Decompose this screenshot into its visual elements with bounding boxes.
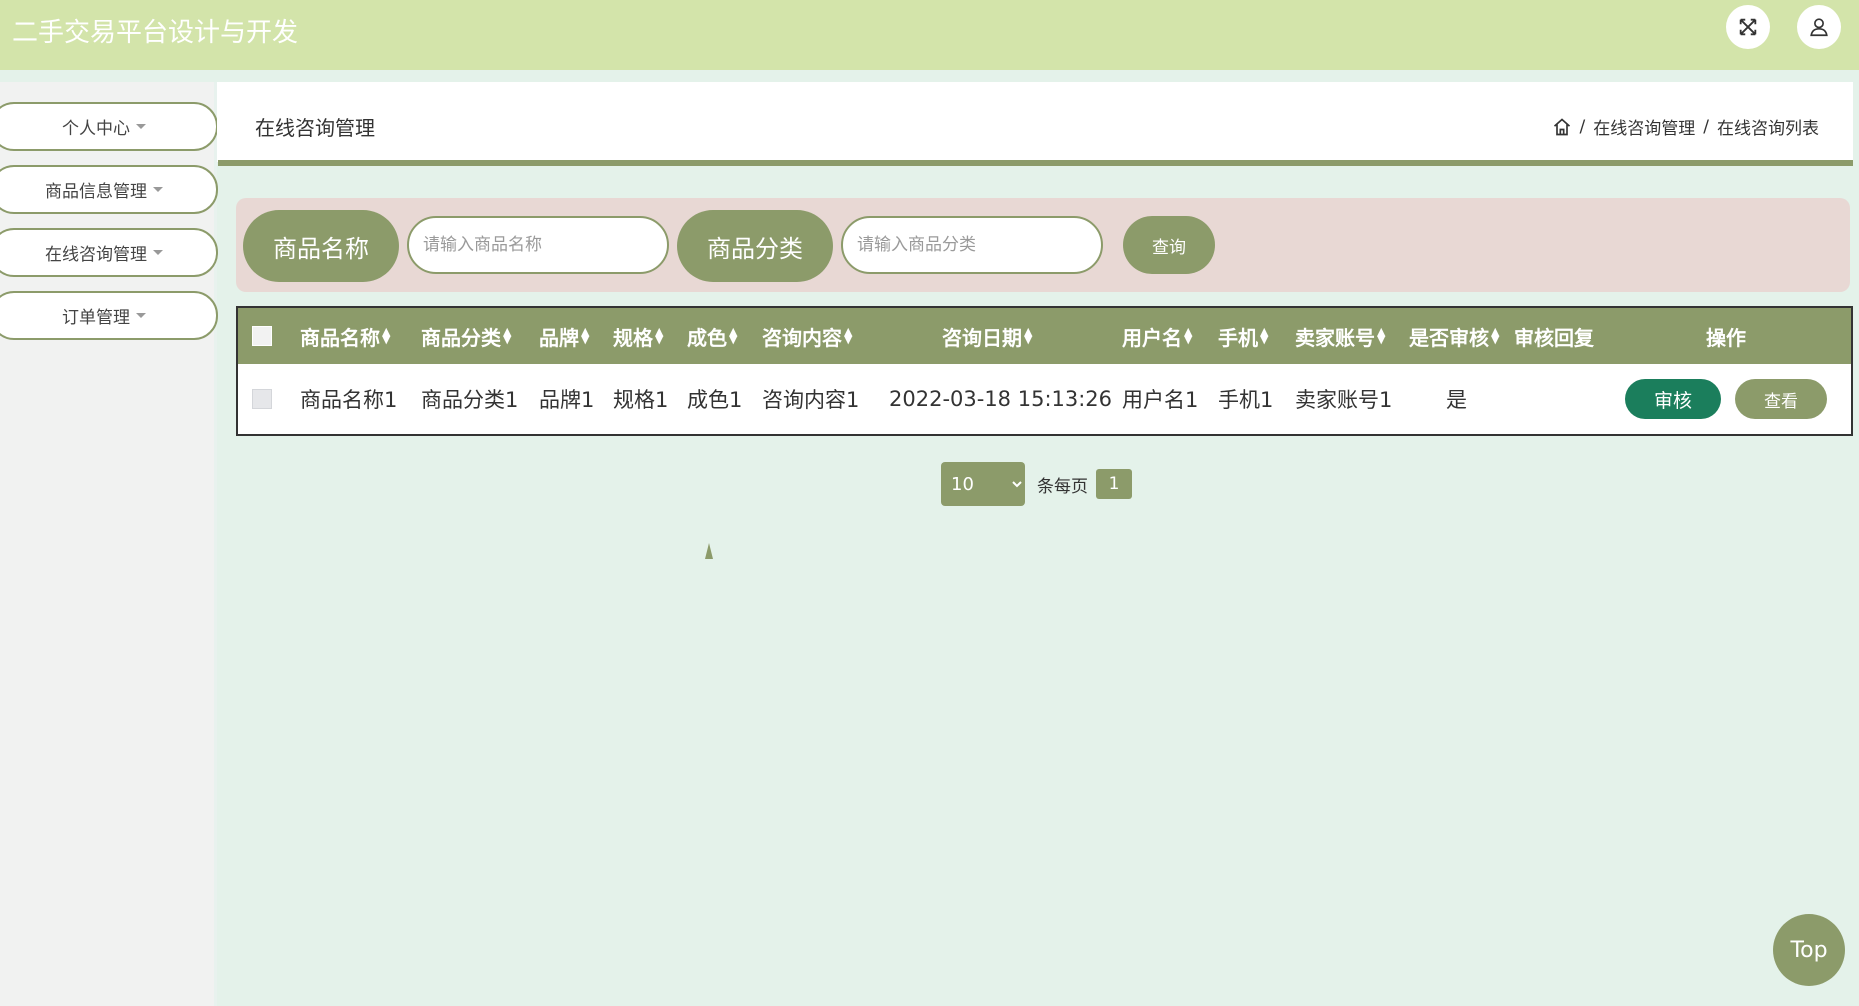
sidebar-item-orders[interactable]: 订单管理 [0,291,218,340]
chevron-down-icon [136,313,146,318]
breadcrumb-separator: / [1579,116,1586,137]
column-header-label: 卖家账号 [1295,325,1375,350]
sort-icon: ▲ ▼ [1184,325,1193,346]
row-checkbox[interactable] [252,389,272,409]
cell-phone: 手机1 [1218,388,1274,412]
column-header-label: 咨询内容 [762,325,842,350]
column-header-label: 商品分类 [421,325,501,350]
col-brand[interactable]: 品牌 ▲ ▼ [539,308,589,364]
header-divider [218,160,1853,166]
search-bar: 商品名称 商品分类 查询 [236,198,1850,292]
sort-icon: ▲ ▼ [581,325,590,346]
cell-spec: 规格1 [613,388,669,412]
col-product-category[interactable]: 商品分类 ▲ ▼ [421,308,511,364]
pagination: 10 条每页 1 [941,462,1132,506]
user-button[interactable] [1797,5,1841,49]
fullscreen-button[interactable] [1726,5,1770,49]
query-button[interactable]: 查询 [1123,216,1215,274]
sort-icon: ▲ ▼ [1024,325,1033,346]
sort-icon: ▲ ▼ [655,325,664,346]
page-number-current[interactable]: 1 [1096,469,1132,499]
sidebar: 个人中心 商品信息管理 在线咨询管理 订单管理 [0,82,218,1006]
column-header-label: 用户名 [1122,325,1182,350]
sidebar-item-label: 在线咨询管理 [45,245,147,265]
product-category-label: 商品分类 [677,210,833,282]
app-title: 二手交易平台设计与开发 [12,18,299,48]
cell-actions: 审核 查看 [1625,364,1827,434]
sort-icon: ▲ ▼ [1491,325,1500,346]
cell-seller-account: 卖家账号1 [1295,388,1393,412]
sidebar-item-personal-center[interactable]: 个人中心 [0,102,218,151]
select-all-cell [252,308,272,364]
page-header: 在线咨询管理 / 在线咨询管理 / 在线咨询列表 [217,82,1853,162]
cell-condition: 成色1 [687,388,743,412]
col-consult-content[interactable]: 咨询内容 ▲ ▼ [762,308,852,364]
breadcrumb-item[interactable]: 在线咨询管理 [1593,114,1695,139]
col-product-name[interactable]: 商品名称 ▲ ▼ [300,308,390,364]
breadcrumb: / 在线咨询管理 / 在线咨询列表 [1552,114,1819,139]
user-icon [1810,18,1828,37]
sort-icon: ▲ ▼ [382,325,391,346]
col-audited[interactable]: 是否审核 ▲ ▼ [1409,308,1499,364]
cell-product-category: 商品分类1 [421,388,519,412]
table-header: 商品名称 ▲ ▼ 商品分类 ▲ ▼ 品牌 ▲ ▼ 规格 ▲ ▼ 成色 ▲ ▼ 咨询内容 ▲ ▼ 咨询日期… [238,308,1851,364]
sidebar-item-label: 订单管理 [62,308,130,328]
col-seller-account[interactable]: 卖家账号 ▲ ▼ [1295,308,1385,364]
cell-consult-content: 咨询内容1 [762,388,860,412]
breadcrumb-item: 在线咨询列表 [1717,119,1819,139]
back-to-top-button[interactable]: Top [1773,914,1845,986]
select-all-checkbox[interactable] [252,326,272,346]
chevron-down-icon [153,250,163,255]
page-size-select[interactable]: 10 [941,462,1025,506]
column-header-label: 操作 [1706,325,1746,350]
chevron-down-icon [136,124,146,129]
product-name-label: 商品名称 [243,210,399,282]
sidebar-item-online-consult[interactable]: 在线咨询管理 [0,228,218,277]
col-phone[interactable]: 手机 ▲ ▼ [1218,308,1268,364]
column-header-label: 审核回复 [1514,325,1594,350]
sort-icon: ▲ ▼ [503,325,512,346]
col-condition[interactable]: 成色 ▲ ▼ [687,308,737,364]
cell-product-name: 商品名称1 [300,388,398,412]
table-row: 商品名称1 商品分类1 品牌1 规格1 成色1 咨询内容1 2022-03-18… [238,364,1851,434]
col-username[interactable]: 用户名 ▲ ▼ [1122,308,1192,364]
col-audit-reply: 审核回复 [1514,308,1594,364]
col-actions: 操作 [1706,308,1746,364]
column-header-label: 成色 [687,325,727,350]
home-icon[interactable] [1552,117,1572,137]
column-header-label: 手机 [1218,325,1258,350]
audit-button[interactable]: 审核 [1625,379,1721,419]
row-select-cell [252,364,272,434]
sidebar-item-label: 个人中心 [62,119,130,139]
column-header-label: 品牌 [539,325,579,350]
sort-icon: ▲ ▼ [1260,325,1269,346]
cell-brand: 品牌1 [539,388,595,412]
cell-consult-date: 2022-03-18 15:13:26 [889,387,1113,411]
column-header-label: 规格 [613,325,653,350]
product-name-input[interactable] [407,216,669,274]
per-page-label: 条每页 [1037,476,1088,497]
cell-username: 用户名1 [1122,388,1199,412]
column-header-label: 是否审核 [1409,325,1489,350]
col-consult-date[interactable]: 咨询日期 ▲ ▼ [942,308,1032,364]
fullscreen-icon [1739,18,1757,36]
product-category-input[interactable] [841,216,1103,274]
consult-table: 商品名称 ▲ ▼ 商品分类 ▲ ▼ 品牌 ▲ ▼ 规格 ▲ ▼ 成色 ▲ ▼ 咨询内容 ▲ ▼ 咨询日期… [236,306,1853,436]
cell-audited: 是 [1446,388,1467,412]
view-button[interactable]: 查看 [1735,379,1827,419]
sort-icon: ▲ ▼ [729,325,738,346]
sidebar-item-product-info[interactable]: 商品信息管理 [0,165,218,214]
chevron-down-icon [153,187,163,192]
breadcrumb-separator: / [1703,116,1709,137]
top-header: 二手交易平台设计与开发 [0,0,1859,70]
sort-icon: ▲ ▼ [1377,325,1386,346]
page-title: 在线咨询管理 [255,116,375,140]
decorative-mark [705,543,713,559]
sidebar-item-label: 商品信息管理 [45,182,147,202]
column-header-label: 咨询日期 [942,325,1022,350]
column-header-label: 商品名称 [300,325,380,350]
sort-icon: ▲ ▼ [844,325,853,346]
col-spec[interactable]: 规格 ▲ ▼ [613,308,663,364]
